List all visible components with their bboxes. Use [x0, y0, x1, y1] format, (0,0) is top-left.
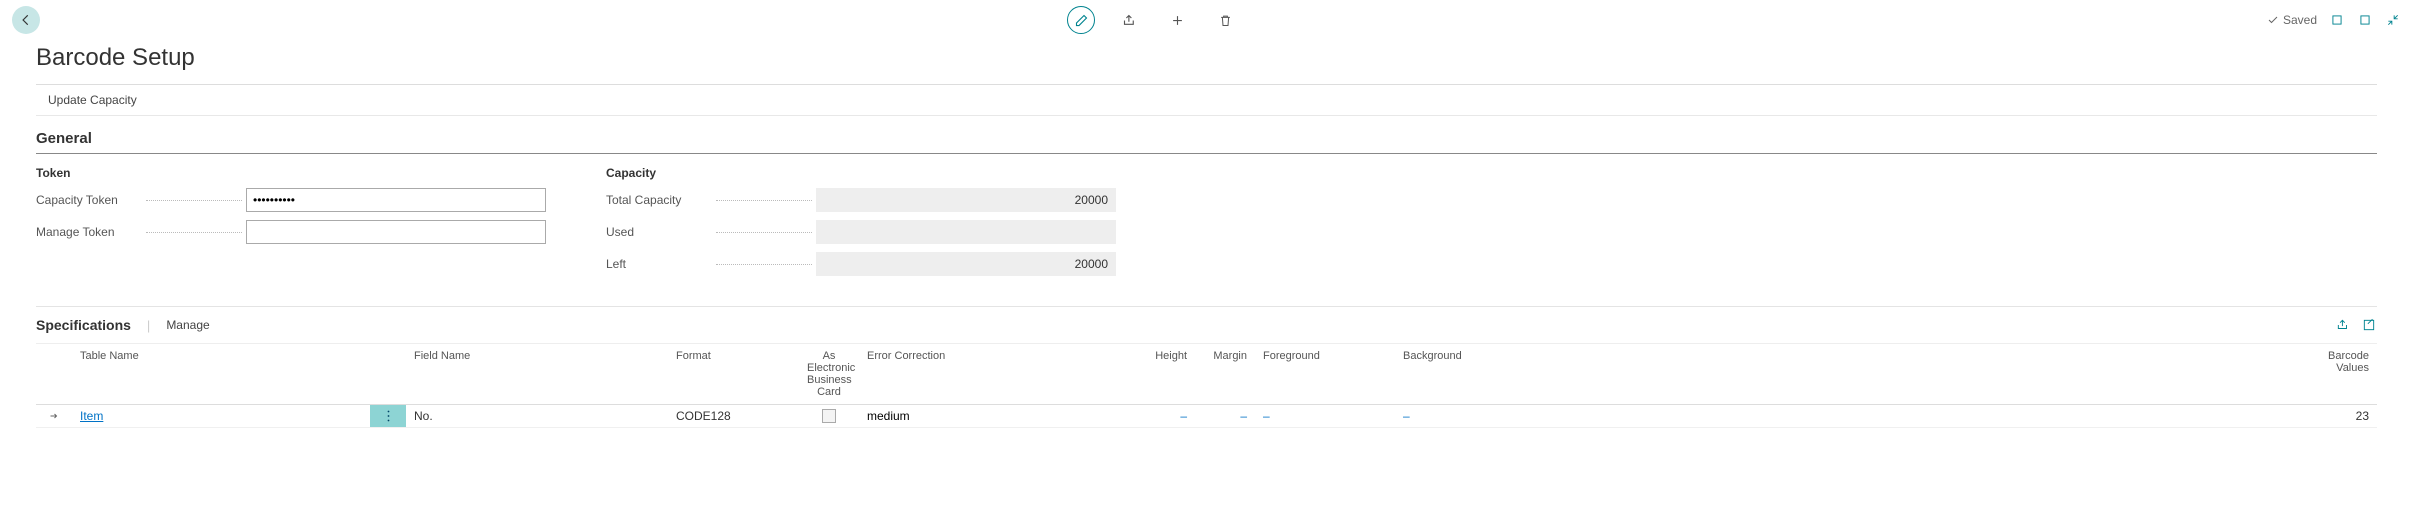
- row-background[interactable]: –: [1403, 409, 1410, 423]
- col-height[interactable]: Height: [1075, 344, 1195, 404]
- table-row[interactable]: Item No. CODE128 – – – – 23: [36, 405, 2377, 428]
- back-button[interactable]: [12, 6, 40, 34]
- col-table-name[interactable]: Table Name: [72, 344, 370, 404]
- section-general-header: General: [36, 116, 2377, 154]
- row-table-name[interactable]: Item: [80, 409, 103, 423]
- row-foreground[interactable]: –: [1263, 409, 1270, 423]
- saved-label: Saved: [2283, 13, 2317, 27]
- capacity-group-label: Capacity: [606, 166, 1116, 180]
- spec-title: Specifications: [36, 317, 131, 333]
- col-foreground[interactable]: Foreground: [1255, 344, 1395, 404]
- capacity-token-label: Capacity Token: [36, 193, 124, 207]
- saved-indicator: Saved: [2267, 13, 2317, 27]
- manage-token-input[interactable]: [246, 220, 546, 244]
- spec-expand-icon[interactable]: [2361, 317, 2377, 333]
- window-pop-icon[interactable]: [2329, 12, 2345, 28]
- col-error-correction[interactable]: Error Correction: [859, 344, 1075, 404]
- left-value: 20000: [816, 252, 1116, 276]
- col-margin[interactable]: Margin: [1195, 344, 1255, 404]
- row-menu-button[interactable]: [370, 405, 406, 427]
- row-select-arrow-icon[interactable]: [36, 405, 72, 427]
- row-business-card-checkbox[interactable]: [822, 409, 836, 423]
- token-group-label: Token: [36, 166, 546, 180]
- window-pop2-icon[interactable]: [2357, 12, 2373, 28]
- col-field-name[interactable]: Field Name: [406, 344, 668, 404]
- manage-token-label: Manage Token: [36, 225, 121, 239]
- spec-share-icon[interactable]: [2335, 317, 2351, 333]
- row-format[interactable]: CODE128: [668, 405, 799, 427]
- total-capacity-label: Total Capacity: [606, 193, 687, 207]
- row-error-correction-input[interactable]: [867, 409, 1067, 423]
- row-height[interactable]: –: [1180, 409, 1187, 423]
- collapse-icon[interactable]: [2385, 12, 2401, 28]
- total-capacity-value: 20000: [816, 188, 1116, 212]
- col-background[interactable]: Background: [1395, 344, 1535, 404]
- used-label: Used: [606, 225, 640, 239]
- update-capacity-action[interactable]: Update Capacity: [48, 93, 137, 107]
- spec-grid-header: Table Name Field Name Format As Electron…: [36, 343, 2377, 405]
- row-field-name[interactable]: No.: [406, 405, 668, 427]
- page-title: Barcode Setup: [0, 40, 2413, 84]
- row-barcode-values[interactable]: 23: [2287, 405, 2377, 427]
- col-format[interactable]: Format: [668, 344, 799, 404]
- new-button[interactable]: [1163, 6, 1191, 34]
- col-business-card[interactable]: As Electronic Business Card: [799, 344, 859, 404]
- row-margin[interactable]: –: [1240, 409, 1247, 423]
- used-value: [816, 220, 1116, 244]
- share-button[interactable]: [1115, 6, 1143, 34]
- spec-manage-action[interactable]: Manage: [166, 318, 209, 332]
- delete-button[interactable]: [1211, 6, 1239, 34]
- left-label: Left: [606, 257, 632, 271]
- col-barcode-values[interactable]: Barcode Values: [2287, 344, 2377, 404]
- edit-button[interactable]: [1067, 6, 1095, 34]
- capacity-token-input[interactable]: [246, 188, 546, 212]
